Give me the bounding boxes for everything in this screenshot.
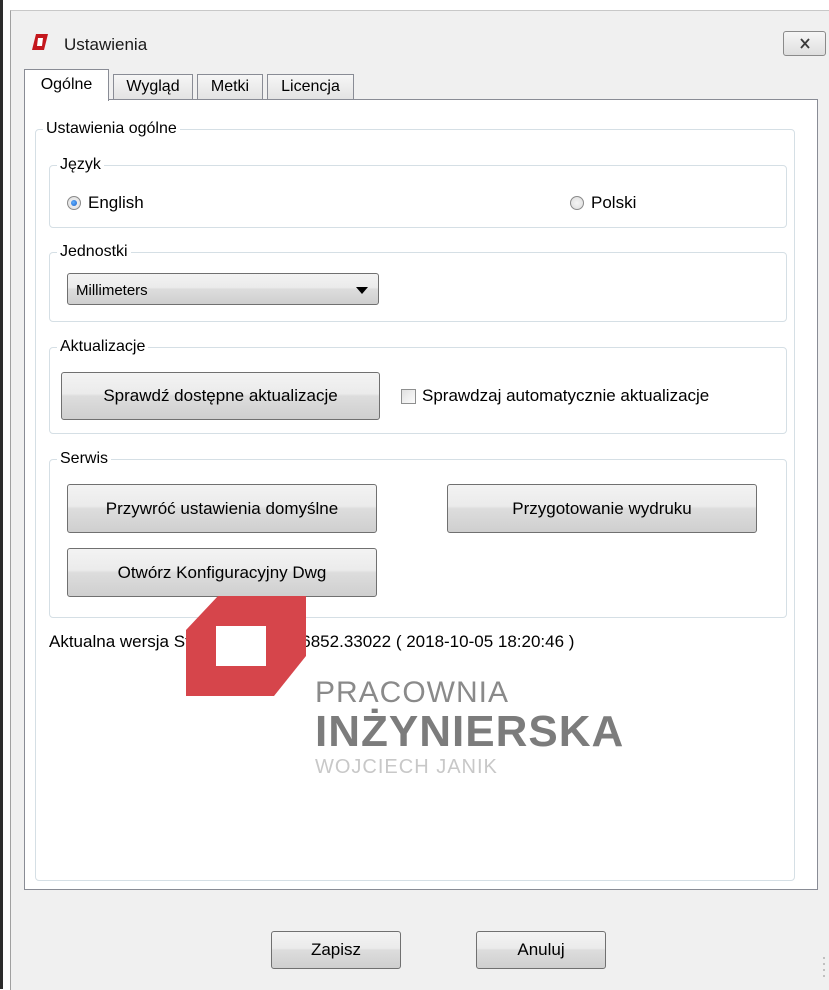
english-radio[interactable] — [67, 196, 81, 210]
resize-grip-icon[interactable] — [817, 955, 827, 985]
dropdown-arrow-icon — [356, 287, 368, 294]
tab-general[interactable]: Ogólne — [24, 69, 109, 101]
tab-labels[interactable]: Metki — [197, 74, 263, 100]
restore-defaults-button[interactable]: Przywróć ustawienia domyślne — [67, 484, 377, 533]
print-preparation-button[interactable]: Przygotowanie wydruku — [447, 484, 757, 533]
logo-text-line1: PRACOWNIA — [315, 676, 510, 709]
check-updates-button[interactable]: Sprawdź dostępne aktualizacje — [61, 372, 380, 420]
updates-legend: Aktualizacje — [57, 336, 149, 358]
logo-text-line2: INŻYNIERSKA — [315, 707, 625, 756]
close-icon — [799, 38, 810, 49]
window-title: Ustawienia — [64, 35, 148, 54]
close-button[interactable] — [783, 31, 826, 56]
check-updates-button-label: Sprawdź dostępne aktualizacje — [103, 386, 338, 405]
service-legend: Serwis — [57, 448, 112, 470]
auto-update-label[interactable]: Sprawdzaj automatycznie aktualizacje — [422, 386, 709, 406]
save-button[interactable]: Zapisz — [271, 931, 401, 969]
auto-update-checkbox[interactable] — [401, 389, 416, 404]
language-group: Język English Polski — [49, 154, 787, 228]
units-dropdown[interactable]: Millimeters — [67, 273, 379, 305]
units-group: Jednostki Millimeters — [49, 241, 787, 322]
tab-label: Wygląd — [126, 78, 180, 95]
title-bar: Ustawienia — [11, 11, 829, 67]
company-logo — [186, 596, 306, 696]
open-config-dwg-button-label: Otwórz Konfiguracyjny Dwg — [117, 562, 327, 582]
tab-label: Licencja — [281, 78, 340, 95]
tab-label: Metki — [210, 78, 250, 95]
tab-label: Ogólne — [40, 76, 93, 93]
restore-defaults-button-label: Przywróć ustawienia domyślne — [105, 498, 339, 518]
logo-text-line3: WOJCIECH JANIK — [315, 756, 498, 778]
units-selected-value: Millimeters — [76, 282, 148, 299]
save-button-label: Zapisz — [310, 940, 362, 959]
units-legend: Jednostki — [57, 241, 131, 263]
cancel-button[interactable]: Anuluj — [476, 931, 606, 969]
window-edge — [0, 0, 3, 989]
print-preparation-button-label: Przygotowanie wydruku — [512, 498, 692, 518]
updates-group: Aktualizacje Sprawdź dostępne aktualizac… — [49, 336, 787, 434]
tab-appearance[interactable]: Wygląd — [113, 74, 193, 100]
polski-radio-label[interactable]: Polski — [591, 193, 636, 213]
app-logo-icon — [32, 34, 48, 50]
tab-license[interactable]: Licencja — [267, 74, 354, 100]
version-text: Aktualna wersja StropyCAD : 2.9.6852.330… — [49, 632, 575, 651]
open-config-dwg-button[interactable]: Otwórz Konfiguracyjny Dwg — [67, 548, 377, 597]
english-radio-label[interactable]: English — [88, 193, 144, 213]
general-settings-legend: Ustawienia ogólne — [43, 118, 180, 140]
polski-radio[interactable] — [570, 196, 584, 210]
settings-dialog: Ustawienia Ogólne Wygląd Metki Licencja … — [10, 10, 829, 990]
cancel-button-label: Anuluj — [517, 940, 565, 959]
service-group: Serwis Przywróć ustawienia domyślne Przy… — [49, 448, 787, 618]
language-legend: Język — [57, 154, 104, 176]
